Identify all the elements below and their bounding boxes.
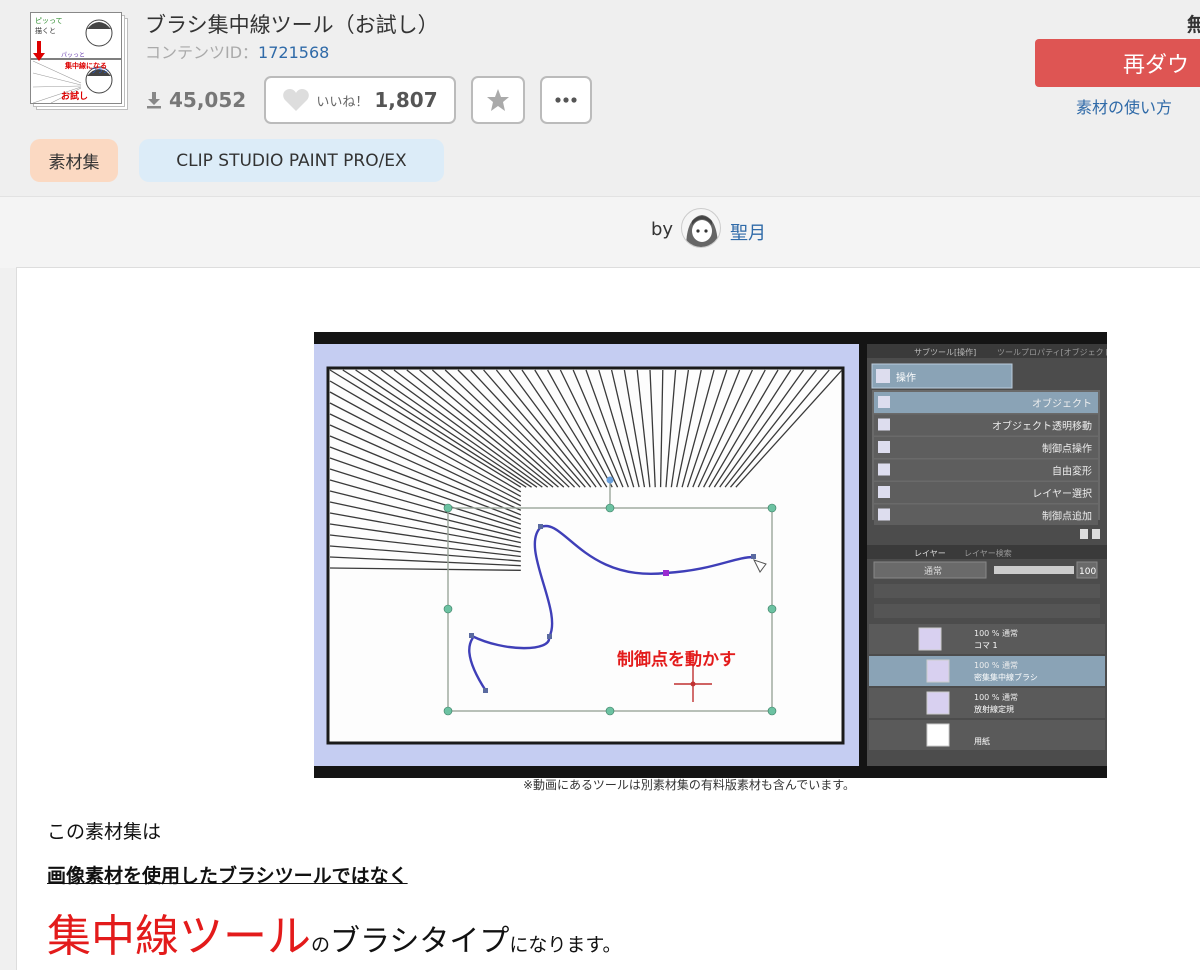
layer-thumb xyxy=(926,691,950,715)
video-caption: ※動画にあるツールは別素材集の有料版素材も含んでいます。 xyxy=(523,778,856,792)
subtool-icon xyxy=(878,396,890,408)
highlight-text: 集中線ツール xyxy=(47,911,311,962)
description-line-2: 画像素材を使用したブラシツールではなく xyxy=(47,865,408,887)
layer-name: コマ 1 xyxy=(974,641,998,650)
layer-thumb xyxy=(926,723,950,747)
content-id-value[interactable]: 1721568 xyxy=(258,43,329,62)
subtool-label: オブジェクト xyxy=(1032,397,1092,410)
like-label: いいね！ xyxy=(316,94,369,110)
favorite-button[interactable] xyxy=(471,76,525,124)
thumbnail-text: お試し xyxy=(61,90,88,102)
blend-mode-select: 通常 xyxy=(924,565,942,577)
by-label: by xyxy=(651,219,674,240)
demo-video[interactable]: 制御点を動かす サブツール[操作] ツールプロパティ[オブジェクト] 操作 オブ… xyxy=(314,332,1107,778)
tag-clip-studio-paint[interactable]: CLIP STUDIO PAINT PRO/EX xyxy=(139,139,444,182)
thumbnail-text: 描くと xyxy=(35,26,56,35)
ellipsis-icon xyxy=(555,97,577,103)
layer-name: 用紙 xyxy=(974,736,990,746)
layer-thumb xyxy=(918,627,942,651)
price-label: 無 xyxy=(1187,14,1200,36)
material-thumbnail[interactable]: ピッって 描くと パッっと 集中線になる ブラシ お試し xyxy=(30,12,130,112)
subtool-icon xyxy=(878,508,890,521)
layer-name: 密集集中線ブラシ xyxy=(974,672,1038,682)
opacity-value: 100 xyxy=(1079,567,1096,577)
star-icon xyxy=(487,89,509,111)
how-to-use-link[interactable]: 素材の使い方 xyxy=(1076,94,1172,118)
layer-info: 100 % 通常 xyxy=(974,660,1018,670)
layer-thumb xyxy=(926,659,950,683)
thumbnail-art: ピッって 描くと パッっと 集中線になる ブラシ お試し xyxy=(31,13,121,103)
subtool-panel-tab: サブツール[操作] xyxy=(914,347,976,357)
subtool-icon xyxy=(878,486,890,498)
layer-info: 100 % 通常 xyxy=(974,692,1018,702)
avatar[interactable] xyxy=(681,208,721,248)
description-line-1: この素材集は xyxy=(47,821,162,843)
layer-panel-tab: レイヤー xyxy=(914,549,946,558)
subtool-icon xyxy=(878,418,890,431)
subtool-label: オブジェクト透明移動 xyxy=(992,420,1092,433)
thumbnail-text: パッっと xyxy=(61,52,85,59)
download-count-value: 45,052 xyxy=(169,88,247,112)
layer-name: 放射線定規 xyxy=(974,704,1014,714)
subtool-label: レイヤー選択 xyxy=(1032,487,1092,500)
description-line-3: 集中線ツールのブラシタイプになります。 xyxy=(47,900,622,964)
content-id: コンテンツID：1721568 xyxy=(145,39,329,63)
layer-info: 100 % 通常 xyxy=(974,628,1018,638)
description-area: 制御点を動かす サブツール[操作] ツールプロパティ[オブジェクト] 操作 オブ… xyxy=(16,267,1200,970)
heart-icon xyxy=(283,89,310,111)
redownload-button[interactable]: 再ダウ xyxy=(1035,39,1200,87)
tool-property-tab: ツールプロパティ[オブジェクト] xyxy=(997,347,1107,357)
avatar-image xyxy=(686,215,718,247)
subtool-label: 自由変形 xyxy=(1052,465,1092,478)
thumbnail-text: ブラシ xyxy=(91,67,109,75)
subtool-label: 制御点追加 xyxy=(1042,510,1092,523)
brush-type-text: ブラシタイプ xyxy=(330,924,510,959)
author-bar: by 聖月 xyxy=(0,196,1200,268)
subtool-icon xyxy=(878,441,890,453)
canvas-annotation: 制御点を動かす xyxy=(617,649,736,670)
download-count: 45,052 xyxy=(145,88,246,112)
content-id-label: コンテンツID： xyxy=(145,43,259,62)
like-button[interactable]: いいね！ 1,807 xyxy=(264,76,456,124)
particle-text: の xyxy=(311,934,331,956)
thumbnail-text: ピッって xyxy=(35,17,63,25)
download-icon xyxy=(147,92,161,109)
content-header: ピッって 描くと パッっと 集中線になる ブラシ お試し ブラシ集中線ツール（お… xyxy=(0,0,1200,196)
subtool-label: 制御点操作 xyxy=(1042,442,1092,455)
subtool-icon xyxy=(878,463,890,476)
layer-search-tab: レイヤー検索 xyxy=(964,548,1012,558)
like-count: 1,807 xyxy=(374,88,438,112)
ending-text: になります。 xyxy=(509,934,622,956)
more-options-button[interactable] xyxy=(540,76,592,124)
material-title: ブラシ集中線ツール（お試し） xyxy=(145,13,439,37)
tool-group-label: 操作 xyxy=(896,371,916,384)
tag-material-collection[interactable]: 素材集 xyxy=(30,139,118,182)
author-name-link[interactable]: 聖月 xyxy=(730,219,766,245)
